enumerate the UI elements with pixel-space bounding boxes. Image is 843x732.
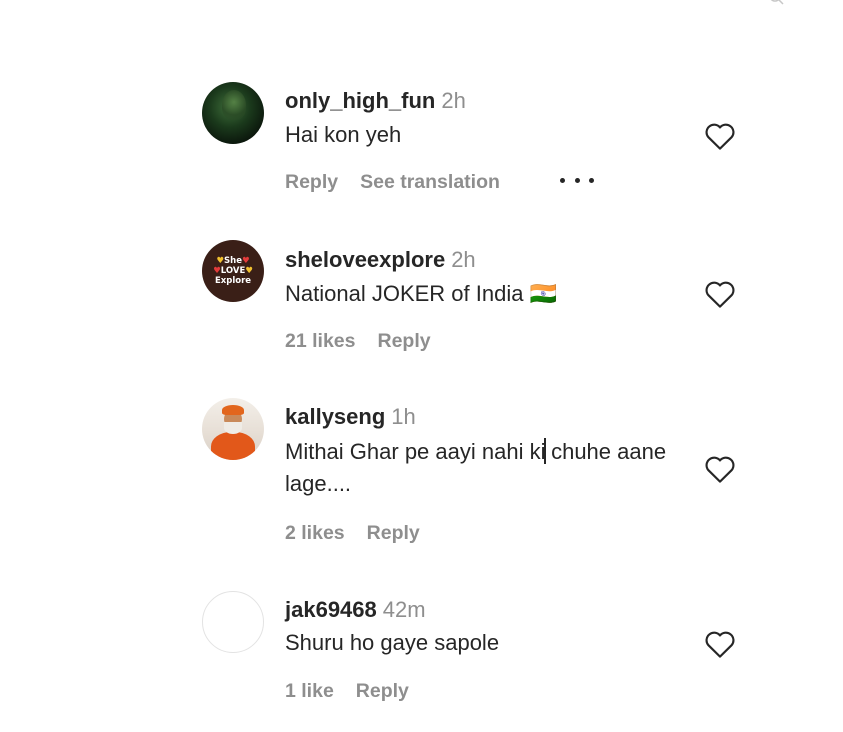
timestamp[interactable]: 2h (441, 88, 465, 113)
comment-text: National JOKER of India 🇮🇳 (285, 281, 557, 306)
see-translation-button[interactable]: See translation (360, 171, 500, 194)
likes-count[interactable]: 21 likes (285, 330, 355, 353)
reply-button[interactable]: Reply (367, 522, 420, 545)
timestamp[interactable]: 42m (383, 597, 426, 622)
timestamp[interactable]: 2h (451, 247, 475, 272)
comment-actions: 2 likes Reply (285, 522, 420, 545)
comment-header: jak69468 42m (285, 597, 426, 623)
avatar[interactable] (202, 591, 264, 653)
username[interactable]: only_high_fun (285, 88, 435, 113)
comment-header: kallyseng 1h (285, 404, 416, 430)
avatar[interactable] (202, 398, 264, 460)
username[interactable]: kallyseng (285, 404, 385, 429)
heart-outline-icon[interactable] (704, 279, 736, 309)
avatar-logo-text: ♥She♥ ♥LOVE♥ Explore (213, 256, 253, 286)
heart-outline-icon[interactable] (704, 454, 736, 484)
search-icon[interactable] (770, 0, 784, 8)
comment-text: Mithai Ghar pe aayi nahi ki chuhe aane l… (285, 438, 667, 496)
username[interactable]: jak69468 (285, 597, 377, 622)
reply-button[interactable]: Reply (356, 680, 409, 703)
comment-actions: 1 like Reply (285, 680, 409, 703)
comment-actions: 21 likes Reply (285, 330, 431, 353)
comment-header: only_high_fun 2h (285, 88, 466, 114)
avatar[interactable]: ♥She♥ ♥LOVE♥ Explore (202, 240, 264, 302)
heart-outline-icon[interactable] (704, 121, 736, 151)
comment-header: sheloveexplore 2h (285, 247, 476, 273)
comment-text: Shuru ho gaye sapole (285, 630, 500, 655)
likes-count[interactable]: 2 likes (285, 522, 345, 545)
avatar[interactable] (202, 82, 264, 144)
comment-actions: Reply See translation (285, 171, 500, 194)
reply-button[interactable]: Reply (285, 171, 338, 194)
timestamp[interactable]: 1h (391, 404, 415, 429)
reply-button[interactable]: Reply (377, 330, 430, 353)
more-options-icon[interactable] (560, 175, 594, 185)
comment-text: Hai kon yeh (285, 122, 402, 147)
username[interactable]: sheloveexplore (285, 247, 445, 272)
likes-count[interactable]: 1 like (285, 680, 334, 703)
heart-outline-icon[interactable] (704, 629, 736, 659)
